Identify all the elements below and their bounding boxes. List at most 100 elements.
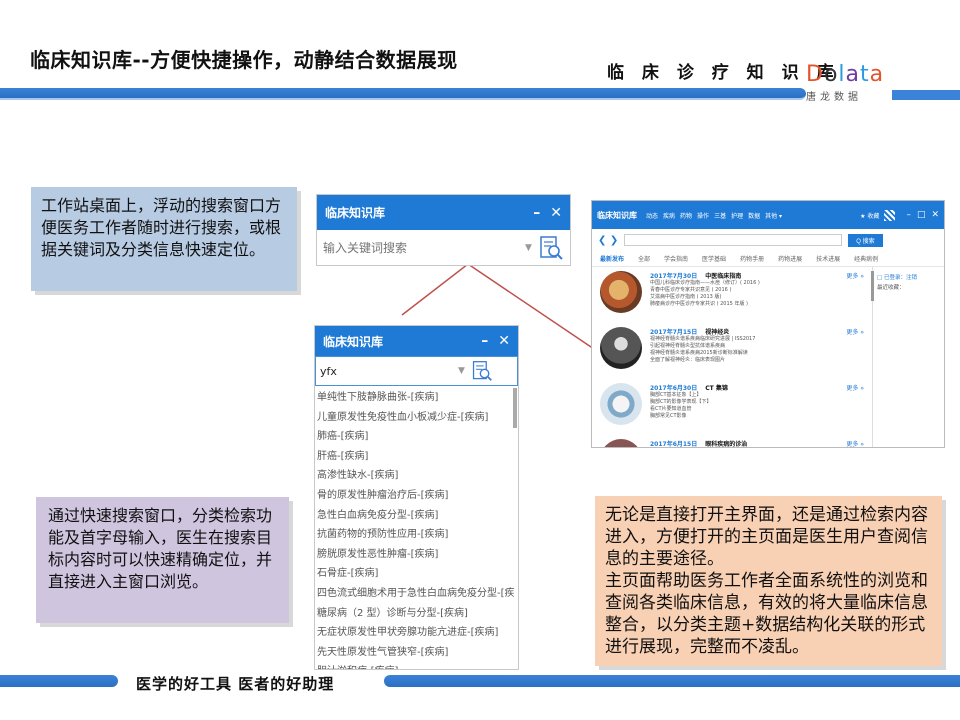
feed-item[interactable]: 2017年6月30日 CT 集锦 更多 » 胸部CT基本征象【上】 胸部CT的影像学表现…	[600, 383, 864, 435]
slide-title: 临床知识库--方便快捷操作，动静结合数据展现	[30, 48, 458, 72]
result-item[interactable]: 骨的原发性肿瘤治疗后-[疾病]	[317, 486, 518, 506]
result-item[interactable]: 糖尿病（2 型）诊断与分型-[疾病]	[317, 604, 518, 624]
back-forward-icon[interactable]: ❮ ❯	[598, 235, 618, 246]
results-titlebar[interactable]: 临床知识库 – ✕	[315, 326, 518, 356]
nav-item-drug[interactable]: 药物	[680, 211, 692, 220]
document-search-icon[interactable]	[538, 235, 564, 261]
main-feed: 2017年7月30日 中医临床指南 更多 » 中国儿科临床诊疗指南——水痘（修订）( …	[592, 267, 872, 447]
close-button[interactable]: ✕	[931, 210, 939, 220]
login-status[interactable]: □ 已登录：注销	[877, 273, 938, 283]
feed-line[interactable]: 胸部常见CT影像	[650, 413, 864, 420]
result-item[interactable]: 无症状原发性甲状旁腺功能亢进症-[疾病]	[317, 623, 518, 643]
feed-line[interactable]: 胸部CT的影像学表现【下】	[650, 399, 864, 406]
tab-item[interactable]: 药物进展	[778, 254, 802, 263]
feed-thumbnail[interactable]	[600, 439, 642, 447]
feed-more-link[interactable]: 更多 »	[846, 327, 864, 336]
feed-line[interactable]: 视神经脊髓炎谱系疾病2015新诊断标准解读	[650, 350, 864, 357]
feed-header-row: 2017年6月15日 眼科疾病的诊治 更多 »	[650, 439, 864, 447]
document-search-icon[interactable]	[471, 360, 493, 382]
main-window-titlebar: 临床知识库 动态 疾病 药物 操作 三基 护理 数据 其他 ▾ ★ 收藏 – □…	[592, 201, 944, 229]
maximize-button[interactable]: □	[917, 210, 926, 220]
feed-thumbnail[interactable]	[600, 271, 642, 313]
feed-more-link[interactable]: 更多 »	[846, 439, 864, 447]
result-item[interactable]: 先天性原发性气管狭窄-[疾病]	[317, 643, 518, 663]
feed-heading[interactable]: 中医临床指南	[705, 273, 741, 280]
results-scrollbar[interactable]	[513, 388, 517, 428]
floating-search-titlebar[interactable]: 临床知识库 – ✕	[317, 195, 570, 230]
dropdown-caret-icon[interactable]: ▼	[525, 243, 532, 253]
nav-item-basics[interactable]: 三基	[714, 211, 726, 220]
main-search-input[interactable]	[624, 234, 843, 246]
feed-heading[interactable]: 视神经炎	[705, 329, 729, 336]
result-item[interactable]: 胆汁淤积症-[疾病]	[317, 662, 518, 669]
feed-line[interactable]: 肺痿病诊疗中医诊疗专家共识 ( 2015 年版 )	[650, 301, 864, 308]
nav-item-operation[interactable]: 操作	[697, 211, 709, 220]
callout-main-page: 无论是直接打开主界面，还是通过检索内容进入，方便打开的主页面是医生用户查阅信息的…	[595, 496, 942, 666]
nav-item-data[interactable]: 数据	[748, 211, 760, 220]
tab-item[interactable]: 医学基础	[702, 254, 726, 263]
feed-line[interactable]: 全面了解视神经炎：临床表现图片	[650, 357, 864, 364]
feed-text: 2017年7月15日 视神经炎 更多 » 视神经脊髓炎谱系疾病临床研究进展 | ISS…	[650, 327, 864, 379]
tab-item[interactable]: 药物手册	[740, 254, 764, 263]
result-item[interactable]: 单纯性下肢静脉曲张-[疾病]	[317, 388, 518, 408]
feed-heading[interactable]: 眼科疾病的诊治	[705, 441, 747, 447]
floating-search-window: 临床知识库 – ✕ ▼	[316, 194, 571, 266]
result-item[interactable]: 高渗性缺水-[疾病]	[317, 466, 518, 486]
nav-item-dynamic[interactable]: 动态	[646, 211, 658, 220]
result-item[interactable]: 四色流式细胞术用于急性白血病免疫分型-[疾	[317, 584, 518, 604]
feed-thumbnail[interactable]	[600, 383, 642, 425]
favorites-button[interactable]: ★ 收藏	[860, 211, 879, 220]
feed-item[interactable]: 2017年7月30日 中医临床指南 更多 » 中国儿科临床诊疗指南——水痘（修订）( …	[600, 271, 864, 323]
feed-heading[interactable]: CT 集锦	[705, 385, 728, 392]
main-search-button[interactable]: Q 搜索	[848, 233, 883, 247]
tab-item[interactable]: 最新发布	[600, 254, 624, 263]
feed-line[interactable]: 看CT片要知道血管	[650, 406, 864, 413]
tab-item[interactable]: 学会指南	[664, 254, 688, 263]
result-item[interactable]: 抗菌药物的预防性应用-[疾病]	[317, 525, 518, 545]
feed-date: 2017年7月30日	[650, 273, 698, 280]
header-bar	[0, 88, 806, 100]
result-item[interactable]: 膀胱原发性恶性肿瘤-[疾病]	[317, 545, 518, 565]
close-button[interactable]: ✕	[498, 333, 510, 349]
feed-line[interactable]: 引起视神经脊髓炎型抗体谱系疾病	[650, 343, 864, 350]
floating-search-input[interactable]	[323, 241, 513, 255]
result-item[interactable]: 肺癌-[疾病]	[317, 427, 518, 447]
close-button[interactable]: ✕	[550, 205, 562, 221]
nav-item-disease[interactable]: 疾病	[663, 211, 675, 220]
feed-line[interactable]: 视神经脊髓炎谱系疾病临床研究进展 | ISS2017	[650, 336, 864, 343]
search-result-list: 单纯性下肢静脉曲张-[疾病] 儿童原发性免疫性血小板减少症-[疾病] 肺癌-[疾病]…	[315, 386, 518, 669]
nav-item-nursing[interactable]: 护理	[731, 211, 743, 220]
results-search-row: ▼	[315, 356, 518, 386]
feed-line[interactable]: 青春中医诊疗专家共识意见 ( 2016 )	[650, 287, 864, 294]
feed-more-link[interactable]: 更多 »	[846, 271, 864, 280]
main-search-bar: ❮ ❯ Q 搜索	[592, 229, 944, 251]
minimize-button[interactable]: –	[533, 205, 540, 221]
feed-item[interactable]: 2017年6月15日 眼科疾病的诊治 更多 »	[600, 439, 864, 447]
feed-line[interactable]: 胸部CT基本征象【上】	[650, 392, 864, 399]
tab-item[interactable]: 技术进展	[816, 254, 840, 263]
result-item[interactable]: 石骨症-[疾病]	[317, 564, 518, 584]
minimize-button[interactable]: –	[481, 333, 488, 349]
nav-item-other[interactable]: 其他 ▾	[765, 211, 782, 220]
feed-item[interactable]: 2017年7月15日 视神经炎 更多 » 视神经脊髓炎谱系疾病临床研究进展 | ISS…	[600, 327, 864, 379]
feed-header-row: 2017年7月15日 视神经炎 更多 »	[650, 327, 864, 336]
tab-item[interactable]: 全部	[638, 254, 650, 263]
result-item[interactable]: 肝癌-[疾病]	[317, 447, 518, 467]
tab-item[interactable]: 经典病例	[854, 254, 878, 263]
feed-line[interactable]: 中国儿科临床诊疗指南——水痘（修订）( 2016 )	[650, 280, 864, 287]
result-item[interactable]: 儿童原发性免疫性血小板减少症-[疾病]	[317, 408, 518, 428]
minimize-button[interactable]: –	[906, 210, 911, 220]
results-search-input[interactable]	[320, 364, 450, 378]
qr-code-icon[interactable]	[884, 209, 896, 221]
feed-thumbnail[interactable]	[600, 327, 642, 369]
feed-more-link[interactable]: 更多 »	[846, 383, 864, 392]
search-results-window: 临床知识库 – ✕ ▼ 单纯性下肢静脉曲张-[疾病]儿童原发性免疫性血小板减少症…	[314, 325, 519, 670]
callout-desktop-search: 工作站桌面上，浮动的搜索窗口方便医务工作者随时进行搜索，或根据关键词及分类信息快…	[31, 187, 297, 291]
result-item[interactable]: 急性白血病免疫分型-[疾病]	[317, 506, 518, 526]
floating-search-row: ▼	[317, 230, 570, 266]
main-knowledge-window: 临床知识库 动态 疾病 药物 操作 三基 护理 数据 其他 ▾ ★ 收藏 – □…	[591, 200, 945, 448]
footer-bar-right	[384, 675, 960, 687]
feed-scrollbar[interactable]	[871, 271, 874, 301]
dropdown-caret-icon[interactable]: ▼	[458, 366, 465, 376]
feed-line[interactable]: 艾滋病中医诊疗指南 ( 2013 版)	[650, 294, 864, 301]
